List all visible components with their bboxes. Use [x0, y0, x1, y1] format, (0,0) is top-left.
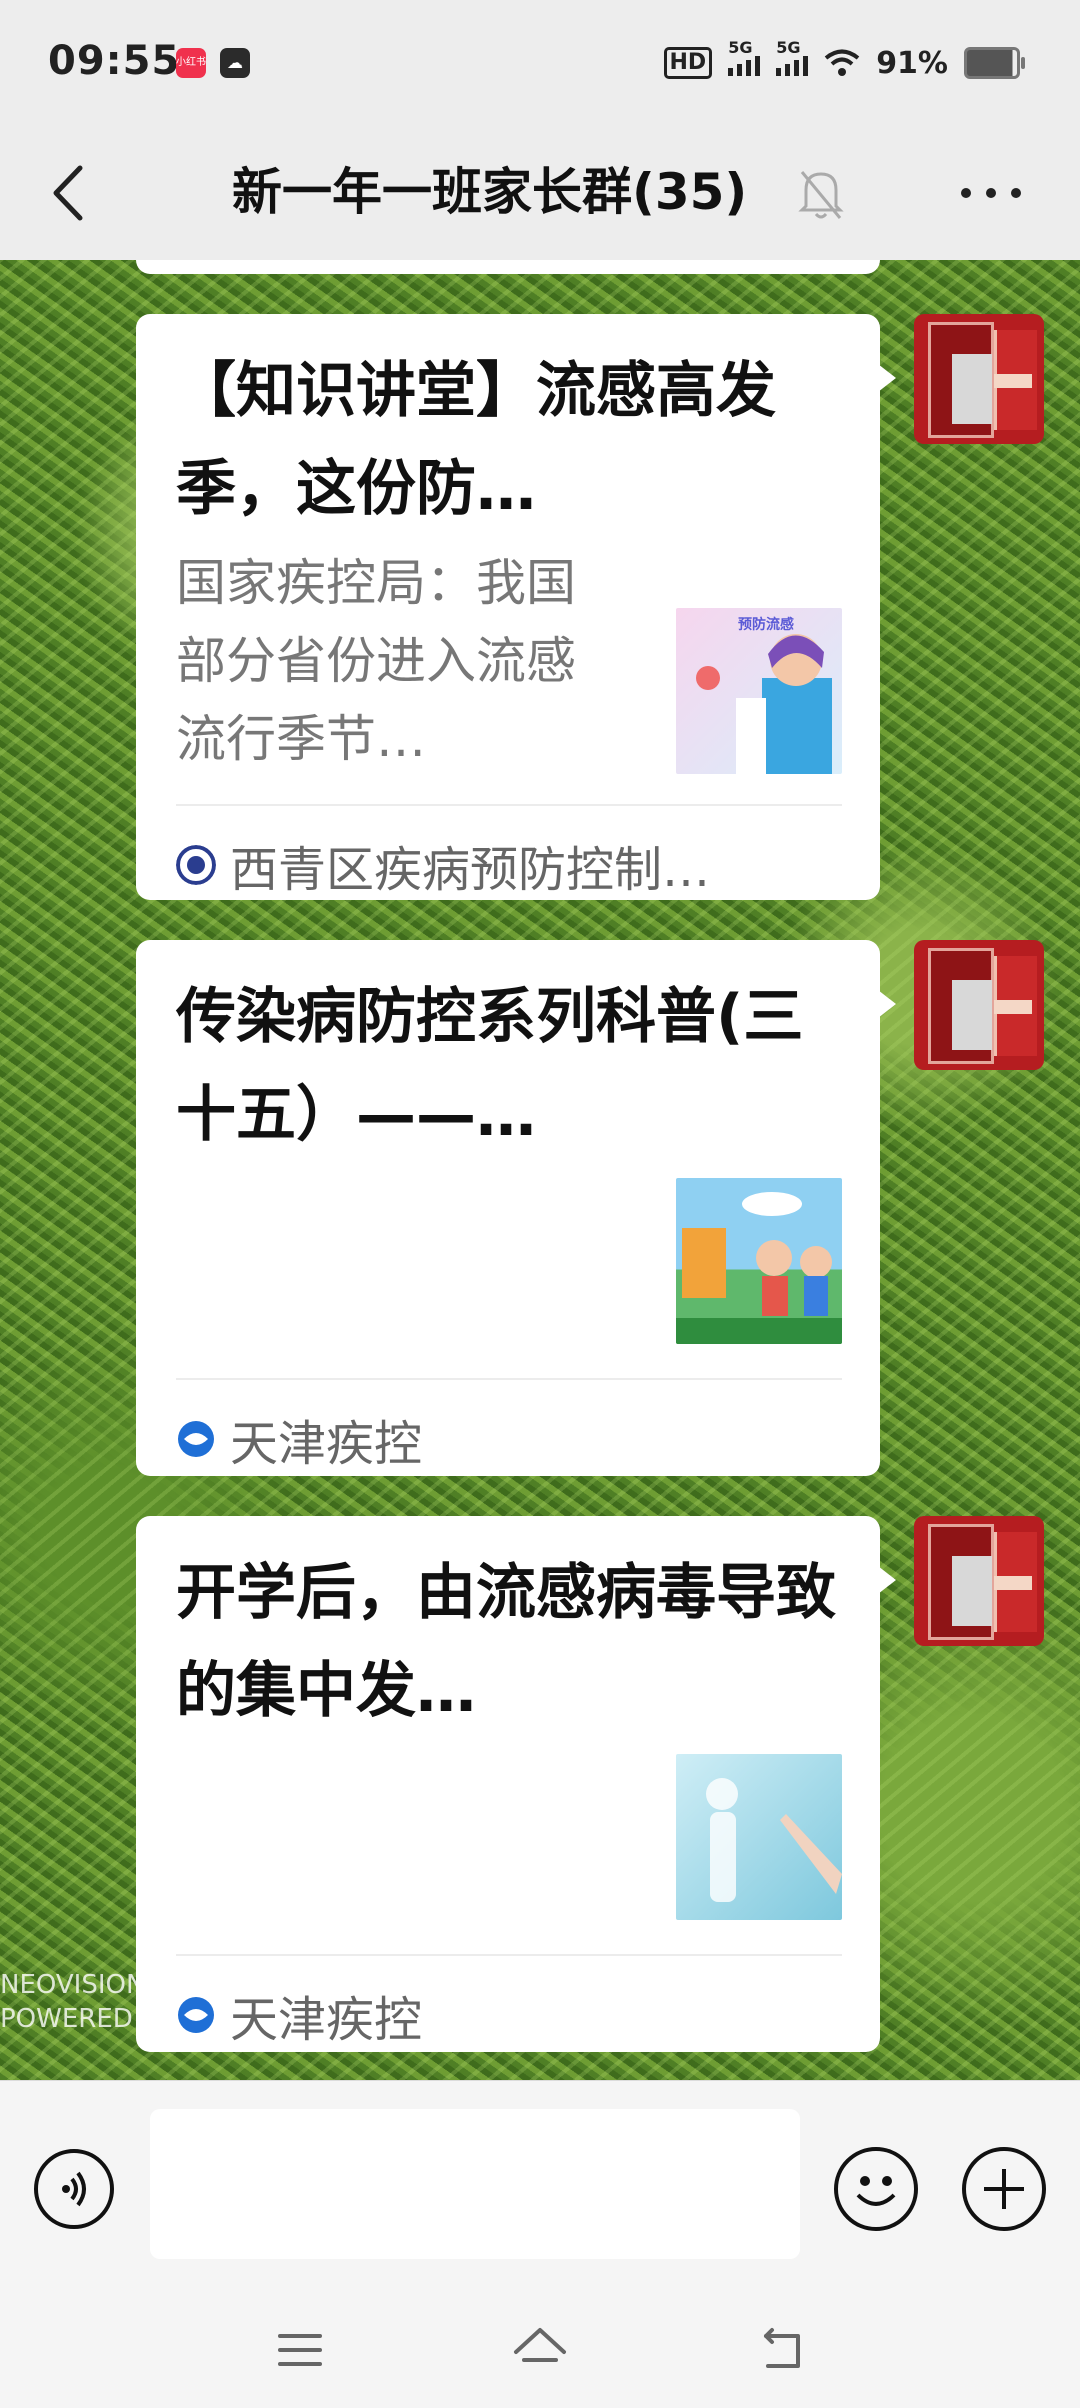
divider: [176, 1378, 842, 1380]
article-source: 天津疾控: [176, 1404, 422, 1474]
gallery-icon: ☁: [220, 48, 250, 78]
home-icon[interactable]: [510, 2320, 570, 2380]
tianjin-cdc-logo-icon: [178, 1997, 214, 2033]
article-card[interactable]: 【知识讲堂】流感高发季，这份防… 国家疾控局：我国部分省份进入流感流行季节… 预…: [136, 314, 896, 900]
kids-mask-illustration: [676, 1192, 842, 1344]
system-nav-bar: [0, 2290, 1080, 2408]
thumbnail-label: 预防流感: [738, 617, 794, 633]
battery-icon: [964, 47, 1025, 79]
hd-icon: HD: [663, 47, 713, 79]
emoji-icon[interactable]: [834, 2147, 918, 2231]
xiaohongshu-icon: 小红书: [176, 48, 206, 78]
more-icon[interactable]: [956, 178, 1026, 208]
source-name: 天津疾控: [230, 1992, 423, 2048]
status-right: HD 5G 5G 91%: [663, 38, 1025, 86]
article-title: 传染病防控系列科普(三十五）——…: [176, 982, 804, 1150]
chat-header: 新一年一班家长群(35): [0, 128, 1080, 261]
chat-title: 新一年一班家长群(35): [232, 163, 748, 221]
cdc-logo-icon: [176, 845, 216, 885]
signal-icon-2: 5G: [776, 38, 809, 76]
article-source: 天津疾控: [176, 1980, 422, 2050]
divider: [176, 1954, 842, 1956]
chat-area[interactable]: 【知识讲堂】流感高发季，这份防… 国家疾控局：我国部分省份进入流感流行季节… 预…: [0, 260, 1080, 2080]
watermark: NEOVISION POWERED: [0, 1968, 145, 2036]
avatar[interactable]: [914, 314, 1044, 444]
virus-touch-illustration: [706, 1778, 842, 1902]
chevron-left-icon[interactable]: [40, 158, 110, 228]
article-card[interactable]: 传染病防控系列科普(三十五）——… 天津疾控: [136, 940, 896, 1476]
article-source: 西青区疾病预防控制…: [176, 830, 710, 900]
plus-icon[interactable]: [962, 2147, 1046, 2231]
signal-icon: 5G: [728, 38, 761, 76]
message-input[interactable]: [150, 2109, 800, 2259]
battery-percent: 91%: [876, 45, 948, 81]
article-description: 国家疾控局：我国部分省份进入流感流行季节…: [176, 554, 576, 768]
bell-off-icon: [798, 171, 844, 219]
back-nav-icon[interactable]: [752, 2320, 812, 2380]
tianjin-cdc-logo-icon: [178, 1421, 214, 1457]
divider: [176, 804, 842, 806]
watermark-line: NEOVISION: [0, 1970, 146, 2000]
article-thumbnail: [676, 1178, 842, 1344]
network-label: 5G: [728, 38, 753, 57]
avatar[interactable]: [914, 940, 1044, 1070]
status-time: 09:55: [48, 38, 181, 84]
status-bar: 09:55 小红书 ☁ HD 5G 5G 91%: [0, 0, 1080, 128]
input-bar: [0, 2080, 1080, 2291]
wifi-icon: [824, 49, 860, 76]
avatar[interactable]: [914, 1516, 1044, 1646]
voice-icon[interactable]: [34, 2149, 114, 2229]
article-title: 开学后，由流感病毒导致的集中发…: [176, 1558, 836, 1726]
article-card[interactable]: 开学后，由流感病毒导致的集中发… 天津疾控: [136, 1516, 896, 2052]
article-title: 【知识讲堂】流感高发季，这份防…: [176, 356, 776, 524]
network-label-2: 5G: [776, 38, 801, 57]
article-thumbnail: [676, 1754, 842, 1920]
source-name: 西青区疾病预防控制…: [230, 842, 711, 898]
article-thumbnail: 预防流感: [676, 608, 842, 774]
watermark-line: POWERED: [0, 2004, 133, 2034]
previous-message-stub[interactable]: [136, 260, 880, 274]
source-name: 天津疾控: [230, 1416, 423, 1472]
menu-icon[interactable]: [270, 2320, 330, 2380]
